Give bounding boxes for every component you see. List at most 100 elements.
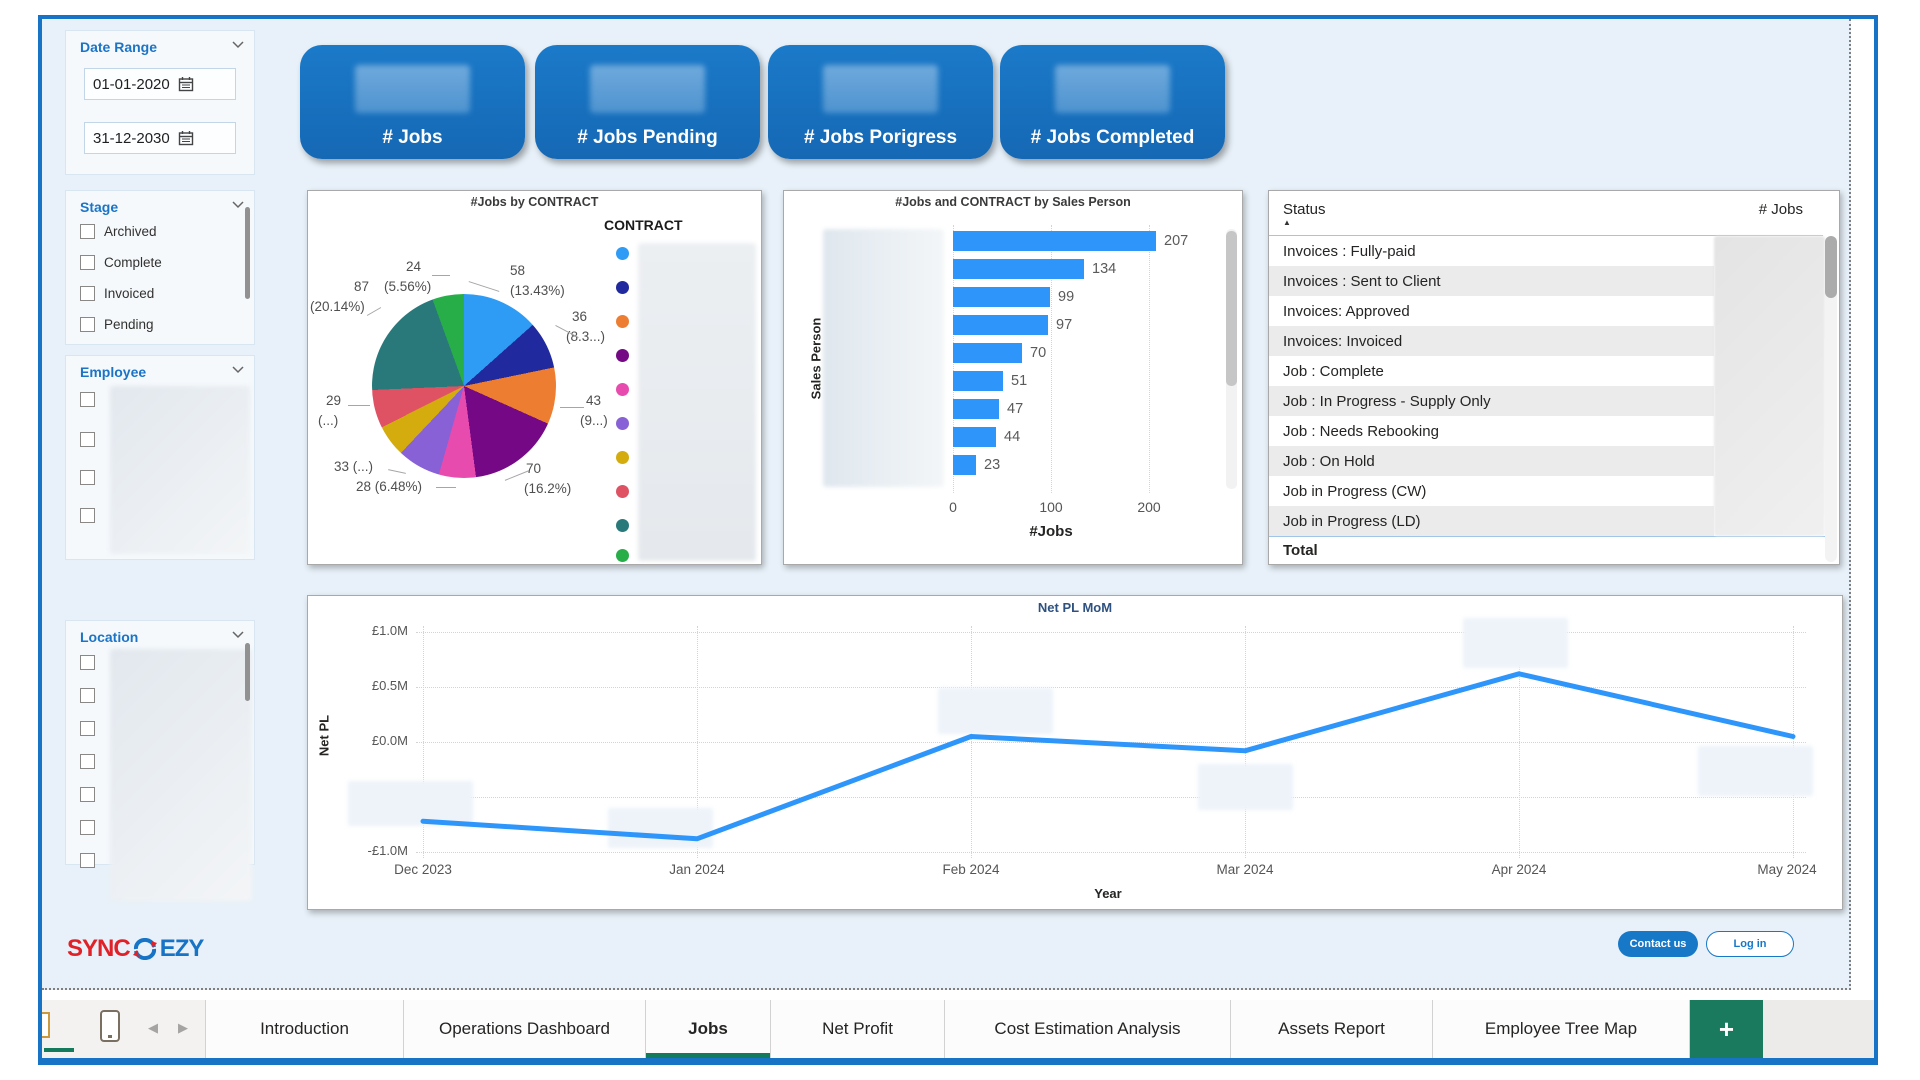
location-option[interactable] [80, 787, 95, 802]
net-pl-line-chart[interactable] [308, 596, 1842, 909]
legend-dot[interactable] [616, 417, 629, 430]
kpi-card-jobs-pending[interactable]: # Jobs Pending [535, 45, 760, 159]
legend-dot[interactable] [616, 281, 629, 294]
bar-row[interactable]: 51 [953, 371, 1027, 391]
kpi-card-jobs-porigress[interactable]: # Jobs Porigress [768, 45, 993, 159]
prev-page-arrow[interactable]: ◀ [148, 1020, 158, 1036]
legend-dot[interactable] [616, 485, 629, 498]
location-option[interactable] [80, 655, 95, 670]
tab-assets-report[interactable]: Assets Report [1231, 1000, 1433, 1058]
table-row[interactable]: Job in Progress (LD) [1269, 506, 1714, 536]
scrollbar-thumb[interactable] [1825, 236, 1837, 298]
scrollbar[interactable] [245, 207, 250, 299]
table-row[interactable]: Invoices: Invoiced [1269, 326, 1714, 356]
mobile-view-icon[interactable] [100, 1010, 120, 1042]
bar[interactable] [953, 455, 976, 475]
stage-option-archived[interactable]: Archived [80, 224, 157, 239]
desktop-view-icon[interactable] [42, 1012, 50, 1038]
kpi-card-jobs-completed[interactable]: # Jobs Completed [1000, 45, 1225, 159]
bar[interactable] [953, 371, 1003, 391]
tab-cost-estimation-analysis[interactable]: Cost Estimation Analysis [945, 1000, 1231, 1058]
table-row[interactable]: Job : In Progress - Supply Only [1269, 386, 1714, 416]
bar[interactable] [953, 399, 999, 419]
column-header-jobs[interactable]: # Jobs [1759, 201, 1803, 218]
contact-us-button[interactable]: Contact us [1618, 931, 1698, 957]
legend-dot[interactable] [616, 349, 629, 362]
checkbox[interactable] [80, 224, 95, 239]
checkbox[interactable] [80, 470, 95, 485]
scrollbar-thumb[interactable] [1226, 231, 1237, 386]
table-row[interactable]: Job : On Hold [1269, 446, 1714, 476]
legend-dot[interactable] [616, 451, 629, 464]
bar[interactable] [953, 287, 1050, 307]
checkbox[interactable] [80, 508, 95, 523]
checkbox[interactable] [80, 754, 95, 769]
checkbox[interactable] [80, 721, 95, 736]
bar-row[interactable]: 97 [953, 315, 1072, 335]
checkbox[interactable] [80, 286, 95, 301]
legend-dot[interactable] [616, 247, 629, 260]
tab-jobs[interactable]: Jobs [646, 1000, 771, 1058]
legend-dot[interactable] [616, 383, 629, 396]
log-in-button[interactable]: Log in [1706, 931, 1794, 957]
checkbox[interactable] [80, 317, 95, 332]
tab-operations-dashboard[interactable]: Operations Dashboard [404, 1000, 646, 1058]
column-header-status[interactable]: Status [1283, 201, 1326, 218]
tab-employee-tree-map[interactable]: Employee Tree Map [1433, 1000, 1690, 1058]
location-option[interactable] [80, 754, 95, 769]
tab-net-profit[interactable]: Net Profit [771, 1000, 945, 1058]
next-page-arrow[interactable]: ▶ [178, 1020, 188, 1036]
checkbox[interactable] [80, 655, 95, 670]
chevron-down-icon[interactable] [232, 41, 244, 49]
chevron-down-icon[interactable] [232, 631, 244, 639]
employee-option[interactable] [80, 470, 95, 485]
stage-option-pending[interactable]: Pending [80, 317, 154, 332]
stage-option-complete[interactable]: Complete [80, 255, 162, 270]
employee-option[interactable] [80, 508, 95, 523]
bar[interactable] [953, 343, 1022, 363]
employee-option[interactable] [80, 392, 95, 407]
legend-dot[interactable] [616, 315, 629, 328]
scrollbar[interactable] [245, 643, 250, 701]
bar-row[interactable]: 47 [953, 399, 1023, 419]
checkbox[interactable] [80, 688, 95, 703]
checkbox[interactable] [80, 255, 95, 270]
employee-option[interactable] [80, 432, 95, 447]
bar-row[interactable]: 23 [953, 455, 1000, 475]
table-row[interactable]: Job : Complete [1269, 356, 1714, 386]
table-row[interactable]: Invoices: Approved [1269, 296, 1714, 326]
bar[interactable] [953, 231, 1156, 251]
bar-row[interactable]: 70 [953, 343, 1046, 363]
legend-dot[interactable] [616, 519, 629, 532]
legend-dot[interactable] [616, 549, 629, 562]
location-option[interactable] [80, 853, 95, 868]
checkbox[interactable] [80, 392, 95, 407]
checkbox[interactable] [80, 853, 95, 868]
scrollbar-track[interactable] [1825, 236, 1837, 562]
bar-row[interactable]: 207 [953, 231, 1188, 251]
bar-row[interactable]: 44 [953, 427, 1020, 447]
location-option[interactable] [80, 820, 95, 835]
tab-introduction[interactable]: Introduction [206, 1000, 404, 1058]
date-from-input[interactable]: 01-01-2020 [84, 68, 236, 100]
bar-row[interactable]: 99 [953, 287, 1074, 307]
bar-row[interactable]: 134 [953, 259, 1116, 279]
table-row[interactable]: Invoices : Sent to Client [1269, 266, 1714, 296]
table-row[interactable]: Invoices : Fully-paid [1269, 236, 1714, 266]
location-option[interactable] [80, 721, 95, 736]
kpi-card-jobs[interactable]: # Jobs [300, 45, 525, 159]
stage-option-invoiced[interactable]: Invoiced [80, 286, 154, 301]
bar[interactable] [953, 315, 1048, 335]
checkbox[interactable] [80, 820, 95, 835]
table-row[interactable]: Job in Progress (CW) [1269, 476, 1714, 506]
location-option[interactable] [80, 688, 95, 703]
bar[interactable] [953, 259, 1084, 279]
date-to-input[interactable]: 31-12-2030 [84, 122, 236, 154]
checkbox[interactable] [80, 432, 95, 447]
chevron-down-icon[interactable] [232, 201, 244, 209]
bar[interactable] [953, 427, 996, 447]
chevron-down-icon[interactable] [232, 366, 244, 374]
table-row[interactable]: Job : Needs Rebooking [1269, 416, 1714, 446]
add-page-button[interactable]: + [1690, 1000, 1763, 1058]
pie-circle[interactable] [372, 294, 556, 478]
